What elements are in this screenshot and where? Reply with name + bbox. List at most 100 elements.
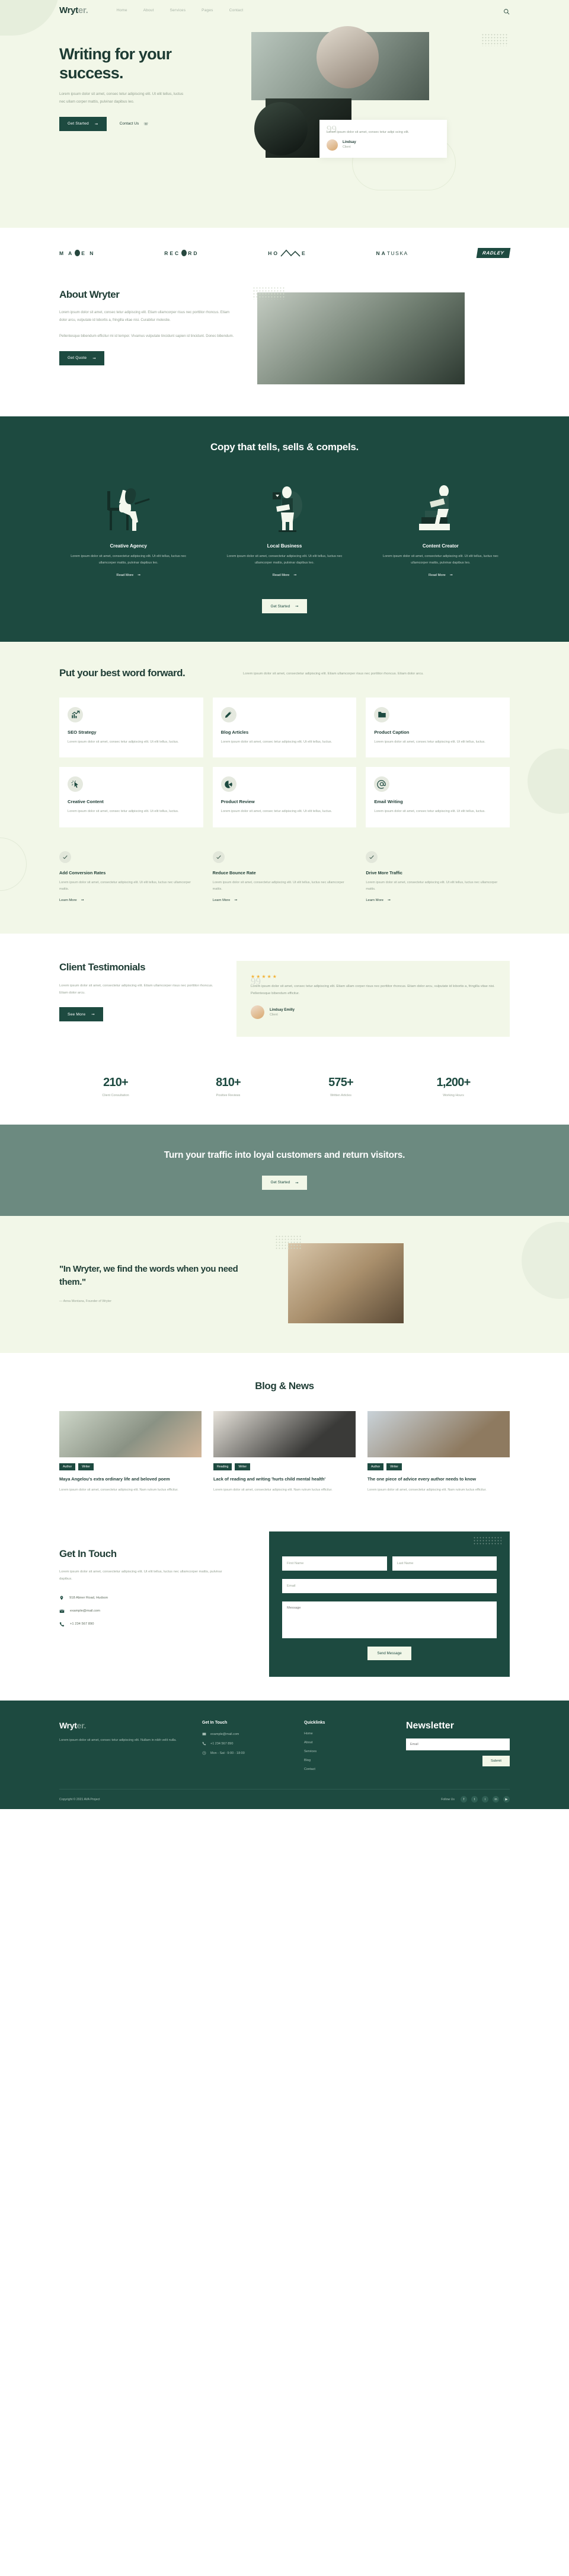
arrow-right-icon: ➞ (92, 356, 96, 361)
contact-phone: +1 234 567 890 (59, 1622, 255, 1627)
blog-post-tag[interactable]: Reading (213, 1463, 232, 1470)
hero-image-circle-2 (254, 102, 308, 155)
service-card[interactable]: Blog Articles Lorem ipsum dolor sit amet… (212, 697, 357, 758)
footer-quicklink[interactable]: About (304, 1741, 391, 1744)
audience-read-more-link[interactable]: Read More ➞ (273, 574, 297, 577)
footer-quicklink-about[interactable]: About (304, 1741, 312, 1744)
twitter-icon[interactable]: t (471, 1796, 478, 1803)
contact-email: example@mail.com (59, 1609, 255, 1614)
footer-contact-item[interactable]: example@mail.com (202, 1732, 289, 1736)
brand-logo-record: REC RD (164, 250, 199, 256)
hero-testimonial-name: Lindsay (343, 141, 356, 145)
nav-item-pages[interactable]: Pages (202, 8, 213, 12)
phone-icon: ☏ (143, 122, 149, 126)
nav-item-services[interactable]: Services (170, 8, 186, 12)
services-card-grid: SEO Strategy Lorem ipsum dolor sit amet,… (59, 697, 510, 827)
blog-post-tag[interactable]: Writer (386, 1463, 402, 1470)
footer-quicklink[interactable]: Blog (304, 1759, 391, 1762)
email-input[interactable] (282, 1579, 497, 1594)
cta-band-get-started-button[interactable]: Get Started ➞ (262, 1175, 307, 1190)
nav-item-home[interactable]: Home (117, 8, 127, 12)
facebook-icon[interactable]: f (461, 1796, 467, 1803)
blog-title: Blog & News (255, 1380, 314, 1392)
blog-post-excerpt: Lorem ipsum dolor sit amet, consectetur … (59, 1488, 178, 1492)
service-card[interactable]: Product Caption Lorem ipsum dolor sit am… (366, 697, 510, 758)
blog-section: Blog & News Author Writer Maya Angelou's… (0, 1352, 569, 1524)
person-on-books-icon (372, 479, 510, 535)
arrow-right-icon: ➞ (94, 122, 98, 126)
service-card[interactable]: Email Writing Lorem ipsum dolor sit amet… (366, 767, 510, 827)
message-textarea[interactable] (282, 1601, 497, 1639)
pie-chart-icon (220, 776, 236, 792)
newsletter-submit-button[interactable]: Submit (482, 1756, 510, 1767)
benefit-learn-more-link[interactable]: Learn More ➞ (213, 899, 238, 902)
stat-label: Written Articles (330, 1094, 351, 1098)
button-label: Get Started (270, 604, 290, 609)
audience-card-title: Creative Agency (110, 543, 147, 549)
site-logo[interactable]: Wryter. (59, 5, 88, 15)
linkedin-icon[interactable]: in (493, 1796, 499, 1803)
footer-quicklink[interactable]: Contact (304, 1768, 391, 1771)
audience-read-more-link[interactable]: Read More ➞ (429, 574, 453, 577)
footer-logo[interactable]: Wryter. (59, 1721, 187, 1730)
search-icon[interactable] (503, 7, 510, 14)
hero-get-started-button[interactable]: Get Started ➞ (59, 116, 107, 131)
dot-pattern (481, 33, 509, 46)
clock-icon (202, 1751, 206, 1755)
benefit-title: Add Conversion Rates (59, 870, 106, 875)
service-card-text: Lorem ipsum dolor sit amet, consec tetur… (68, 810, 179, 814)
contact-title: Get In Touch (59, 1548, 117, 1560)
footer-quicklink[interactable]: Services (304, 1750, 391, 1753)
audience-read-more-link[interactable]: Read More ➞ (116, 574, 140, 577)
arrow-right-icon: ➞ (293, 574, 297, 578)
benefit-learn-more-link[interactable]: Learn More ➞ (366, 899, 391, 902)
service-card[interactable]: SEO Strategy Lorem ipsum dolor sit amet,… (59, 697, 203, 758)
blog-post-card[interactable]: Author Writer The one piece of advice ev… (367, 1410, 510, 1494)
nav-item-about[interactable]: About (143, 8, 154, 12)
testimonials-see-more-button[interactable]: See More ➞ (59, 1007, 103, 1022)
about-section: About Wryter Lorem ipsum dolor sit amet,… (0, 278, 569, 416)
last-name-input[interactable] (392, 1556, 497, 1571)
footer-contact-item[interactable]: +1 234 567 890 (202, 1741, 289, 1746)
first-name-input[interactable] (282, 1556, 387, 1571)
footer-follow-label: Follow Us (441, 1797, 455, 1801)
hero-contact-us-link[interactable]: Contact Us ☏ (120, 122, 149, 126)
blog-post-tag[interactable]: Writer (78, 1463, 94, 1470)
blog-post-card[interactable]: Reading Writer Lack of reading and writi… (213, 1410, 356, 1494)
benefit-item: Add Conversion Rates Lorem ipsum dolor s… (59, 851, 203, 905)
service-card-title: Creative Content (68, 799, 104, 805)
blog-post-title: The one piece of advice every author nee… (367, 1476, 477, 1482)
about-get-quote-button[interactable]: Get Quote ➞ (59, 351, 104, 365)
brand-logo-radley: RADLEY (477, 248, 511, 258)
nav-links: Home About Services Pages Contact (117, 8, 244, 12)
audience-get-started-button[interactable]: Get Started ➞ (262, 599, 307, 614)
blog-post-card[interactable]: Author Writer Maya Angelou's extra ordin… (59, 1410, 202, 1494)
testimonials-section: Client Testimonials Lorem ipsum dolor si… (0, 934, 569, 1061)
main-navigation: Wryter. Home About Services Pages Contac… (59, 0, 510, 20)
audience-section: Copy that tells, sells & compels. Creati… (0, 416, 569, 642)
blog-post-tag[interactable]: Writer (235, 1463, 251, 1470)
decorative-blob (528, 749, 569, 814)
benefit-learn-more-link[interactable]: Learn More ➞ (59, 899, 84, 902)
footer-contact-heading: Get In Touch (202, 1721, 228, 1725)
founder-quote-section: "In Wryter, we find the words when you n… (0, 1215, 569, 1353)
footer-quicklink[interactable]: Home (304, 1732, 391, 1736)
blog-post-tag[interactable]: Author (367, 1463, 384, 1470)
footer-quicklink-services[interactable]: Services (304, 1750, 317, 1753)
stat-value: 210+ (103, 1076, 129, 1090)
dot-pattern (252, 286, 286, 300)
send-message-button[interactable]: Send Message (367, 1647, 411, 1661)
service-card[interactable]: Creative Content Lorem ipsum dolor sit a… (59, 767, 203, 827)
nav-item-contact[interactable]: Contact (229, 8, 244, 12)
blog-post-tag[interactable]: Author (59, 1463, 76, 1470)
founder-image (288, 1243, 404, 1323)
footer-quicklink-blog[interactable]: Blog (304, 1759, 311, 1762)
youtube-icon[interactable]: ▶ (503, 1796, 510, 1803)
footer-quicklink-home[interactable]: Home (304, 1732, 313, 1736)
footer-quicklink-contact[interactable]: Contact (304, 1768, 315, 1771)
footer-contact-column: Get In Touch example@mail.com +1 234 567… (202, 1721, 289, 1771)
newsletter-email-input[interactable] (406, 1738, 510, 1751)
service-card[interactable]: Product Review Lorem ipsum dolor sit ame… (212, 767, 357, 827)
footer-quicklinks-heading: Quicklinks (304, 1721, 325, 1725)
instagram-icon[interactable]: i (482, 1796, 488, 1803)
